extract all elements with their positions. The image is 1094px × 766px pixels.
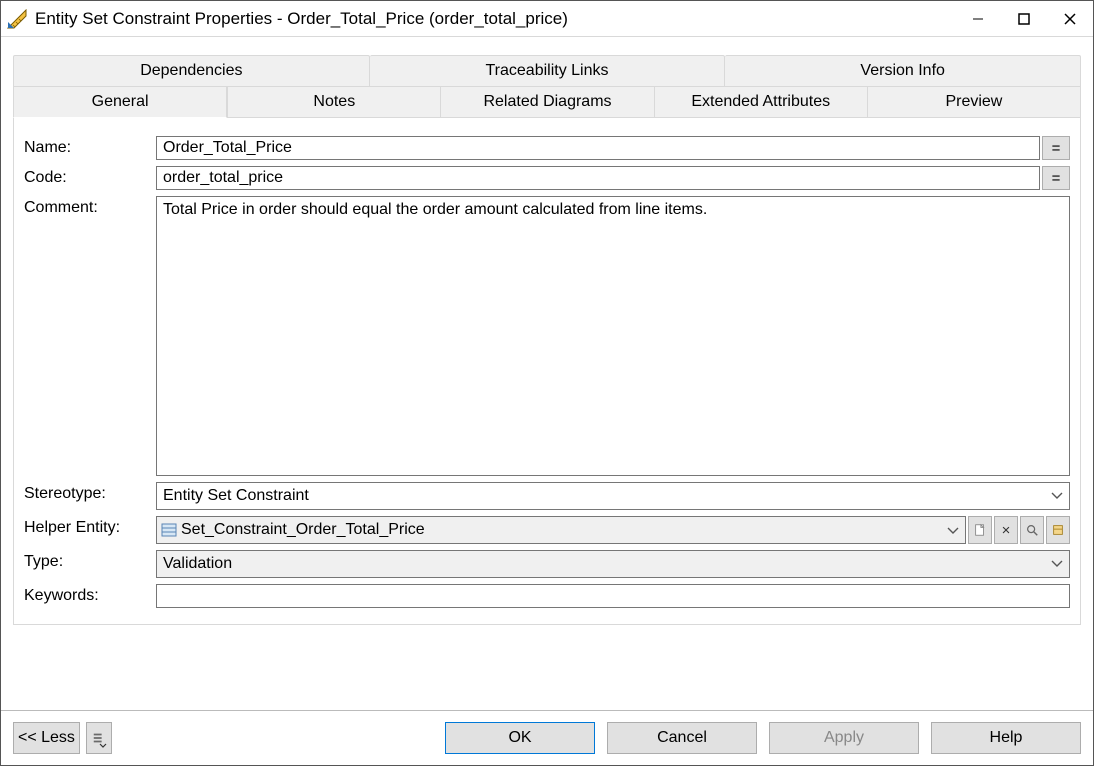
ok-button[interactable]: OK	[445, 722, 595, 754]
tab-version-info[interactable]: Version Info	[725, 55, 1081, 87]
tab-general[interactable]: General	[13, 86, 227, 118]
row-comment: Comment:	[24, 196, 1070, 476]
clear-icon: ×	[1002, 523, 1011, 538]
tabs: Dependencies Traceability Links Version …	[13, 55, 1081, 625]
tab-related-diagrams[interactable]: Related Diagrams	[441, 86, 654, 118]
titlebar: Entity Set Constraint Properties - Order…	[1, 1, 1093, 37]
dialog-window: Entity Set Constraint Properties - Order…	[0, 0, 1094, 766]
label-stereotype: Stereotype:	[24, 482, 156, 503]
row-name: Name: =	[24, 136, 1070, 160]
helper-clear-button[interactable]: ×	[994, 516, 1018, 544]
row-keywords: Keywords:	[24, 584, 1070, 608]
label-code: Code:	[24, 166, 156, 187]
tab-body-general: Name: = Code: = Comment:	[13, 117, 1081, 625]
window-title: Entity Set Constraint Properties - Order…	[35, 9, 955, 29]
minimize-button[interactable]	[955, 1, 1001, 37]
type-value: Validation	[163, 555, 232, 573]
cancel-button[interactable]: Cancel	[607, 722, 757, 754]
helper-entity-dropdown[interactable]: Set_Constraint_Order_Total_Price	[156, 516, 966, 544]
tab-dependencies[interactable]: Dependencies	[13, 55, 370, 87]
tab-extended-attributes[interactable]: Extended Attributes	[655, 86, 868, 118]
name-input[interactable]	[156, 136, 1040, 160]
row-type: Type: Validation	[24, 550, 1070, 578]
stereotype-value: Entity Set Constraint	[163, 487, 309, 505]
type-dropdown[interactable]: Validation	[156, 550, 1070, 578]
less-button[interactable]: << Less	[13, 722, 80, 754]
row-stereotype: Stereotype: Entity Set Constraint	[24, 482, 1070, 510]
content-area: Dependencies Traceability Links Version …	[1, 37, 1093, 711]
name-sync-button[interactable]: =	[1042, 136, 1070, 160]
row-helper-entity: Helper Entity: Set_Constraint_Order_Tota…	[24, 516, 1070, 544]
tab-preview[interactable]: Preview	[868, 86, 1081, 118]
help-button[interactable]: Help	[931, 722, 1081, 754]
keywords-input[interactable]	[156, 584, 1070, 608]
chevron-down-icon	[1051, 487, 1063, 505]
label-type: Type:	[24, 550, 156, 571]
ruler-icon	[7, 9, 27, 29]
apply-button[interactable]: Apply	[769, 722, 919, 754]
code-sync-button[interactable]: =	[1042, 166, 1070, 190]
helper-new-button[interactable]	[968, 516, 992, 544]
tabs-row-top: Dependencies Traceability Links Version …	[13, 55, 1081, 87]
tabs-row-bottom: General Notes Related Diagrams Extended …	[13, 86, 1081, 118]
bottom-bar: << Less OK Cancel Apply Help	[1, 711, 1093, 765]
code-input[interactable]	[156, 166, 1040, 190]
label-keywords: Keywords:	[24, 584, 156, 605]
helper-entity-value: Set_Constraint_Order_Total_Price	[181, 521, 943, 539]
maximize-button[interactable]	[1001, 1, 1047, 37]
chevron-down-icon	[947, 522, 959, 539]
toolbar-menu-button[interactable]	[86, 722, 112, 754]
comment-textarea[interactable]	[156, 196, 1070, 476]
close-button[interactable]	[1047, 1, 1093, 37]
helper-props-button[interactable]	[1046, 516, 1070, 544]
row-code: Code: =	[24, 166, 1070, 190]
tab-traceability-links[interactable]: Traceability Links	[370, 55, 726, 87]
stereotype-dropdown[interactable]: Entity Set Constraint	[156, 482, 1070, 510]
label-name: Name:	[24, 136, 156, 157]
tab-notes[interactable]: Notes	[227, 86, 441, 118]
chevron-down-icon	[1051, 555, 1063, 573]
helper-find-button[interactable]	[1020, 516, 1044, 544]
label-comment: Comment:	[24, 196, 156, 217]
entity-icon	[161, 522, 177, 538]
label-helper-entity: Helper Entity:	[24, 516, 156, 537]
